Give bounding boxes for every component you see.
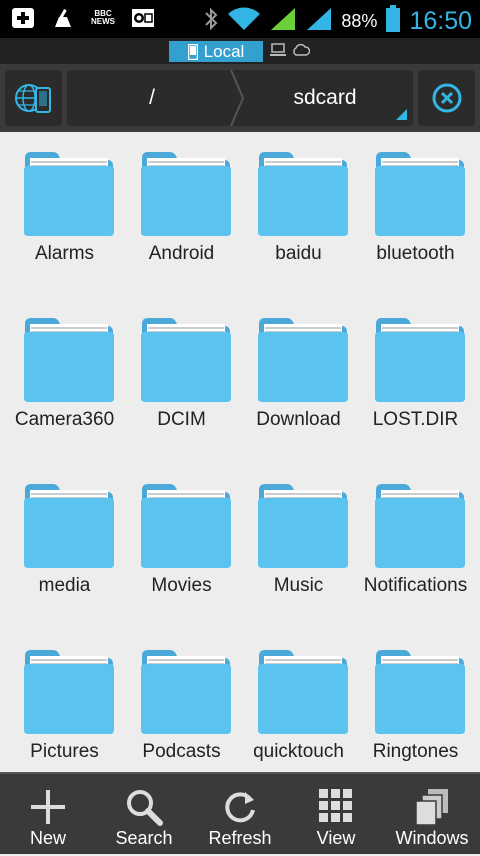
folder-icon [375,484,465,568]
new-label: New [29,828,66,848]
bbc-news-icon: BBC NEWS [91,9,115,26]
folder-icon [141,318,231,402]
status-bar: BBC NEWS 88% 16:50 [0,0,480,38]
folder-label: Ringtones [372,741,459,762]
grid-view-icon [319,789,352,822]
globe-phone-icon [14,84,51,113]
folder-item[interactable]: Podcasts [123,630,240,772]
battery-percent: 88% [341,11,378,31]
folder-icon [141,152,231,236]
folder-label: baidu [275,243,322,264]
folder-icon [258,152,348,236]
folder-icon [24,650,114,734]
wifi-icon [227,6,261,37]
folder-icon [375,152,465,236]
folder-label: Pictures [30,741,99,762]
phone-icon [187,43,198,60]
folder-label: bluetooth [376,243,455,264]
search-button[interactable]: Search [96,774,192,856]
new-button[interactable]: New [0,774,96,856]
path-bar: / sdcard [0,64,480,132]
folder-grid: Alarms Android baidu bluetooth Camera360 DCIM… [0,132,480,772]
folder-item[interactable]: Alarms [6,132,123,298]
folder-item[interactable]: quicktouch [240,630,357,772]
folder-icon [24,484,114,568]
folder-icon [375,650,465,734]
bottom-toolbar: New Search Refresh View Windows [0,772,480,854]
folder-item[interactable]: Camera360 [6,298,123,464]
location-tab-strip: Local [0,38,480,64]
folder-icon [258,484,348,568]
breadcrumb-root[interactable]: / [67,70,237,126]
cleaner-icon [50,6,76,30]
tab-local-label: Local [203,41,245,61]
breadcrumb-current[interactable]: sdcard [237,70,413,126]
battery-icon [385,5,401,38]
folder-icon [141,650,231,734]
bluetooth-icon [203,6,219,37]
dropdown-triangle-icon[interactable] [396,109,407,120]
folder-item[interactable]: media [6,464,123,630]
folder-label: Android [148,243,215,264]
folder-label: Download [256,409,341,430]
folder-label: LOST.DIR [372,409,459,430]
computer-icon[interactable] [270,43,286,57]
search-icon [127,790,163,826]
folder-item[interactable]: Notifications [357,464,474,630]
clock: 16:50 [409,7,472,35]
folder-item[interactable]: Music [240,464,357,630]
folder-item[interactable]: Movies [123,464,240,630]
cloud-icon[interactable] [292,43,310,57]
folder-label: DCIM [157,409,206,430]
folder-label: Movies [151,575,212,596]
folder-label: Music [273,575,324,596]
folder-item[interactable]: Android [123,132,240,298]
folder-label: Notifications [363,575,468,596]
folder-label: Alarms [34,243,95,264]
refresh-label: Refresh [208,828,272,848]
folder-icon [141,484,231,568]
folder-label: media [38,575,91,596]
folder-label: Camera360 [14,409,115,430]
folder-item[interactable]: Download [240,298,357,464]
folder-icon [375,318,465,402]
folder-item[interactable]: bluetooth [357,132,474,298]
windows-label: Windows [395,828,469,848]
folder-icon [24,318,114,402]
tab-local[interactable]: Local [169,41,263,62]
refresh-icon [225,792,255,823]
folder-icon [258,318,348,402]
folder-item[interactable]: Ringtones [357,630,474,772]
signal-icon [305,6,333,37]
close-button[interactable] [418,70,475,126]
signal-icon [269,6,297,37]
close-circle-icon [432,83,461,113]
outlook-icon [130,6,156,30]
search-label: Search [115,828,173,848]
view-label: View [316,828,356,848]
plus-icon [31,790,65,824]
folder-icon [24,152,114,236]
windows-stack-icon [415,789,448,826]
folder-item[interactable]: Pictures [6,630,123,772]
add-icon [10,6,36,30]
network-switch-button[interactable] [5,70,62,126]
view-button[interactable]: View [288,774,384,856]
folder-item[interactable]: baidu [240,132,357,298]
folder-label: quicktouch [253,741,344,762]
folder-icon [258,650,348,734]
breadcrumb: / sdcard [67,70,413,126]
folder-label: Podcasts [142,741,221,762]
folder-item[interactable]: DCIM [123,298,240,464]
folder-item[interactable]: LOST.DIR [357,298,474,464]
windows-button[interactable]: Windows [384,774,480,856]
refresh-button[interactable]: Refresh [192,774,288,856]
